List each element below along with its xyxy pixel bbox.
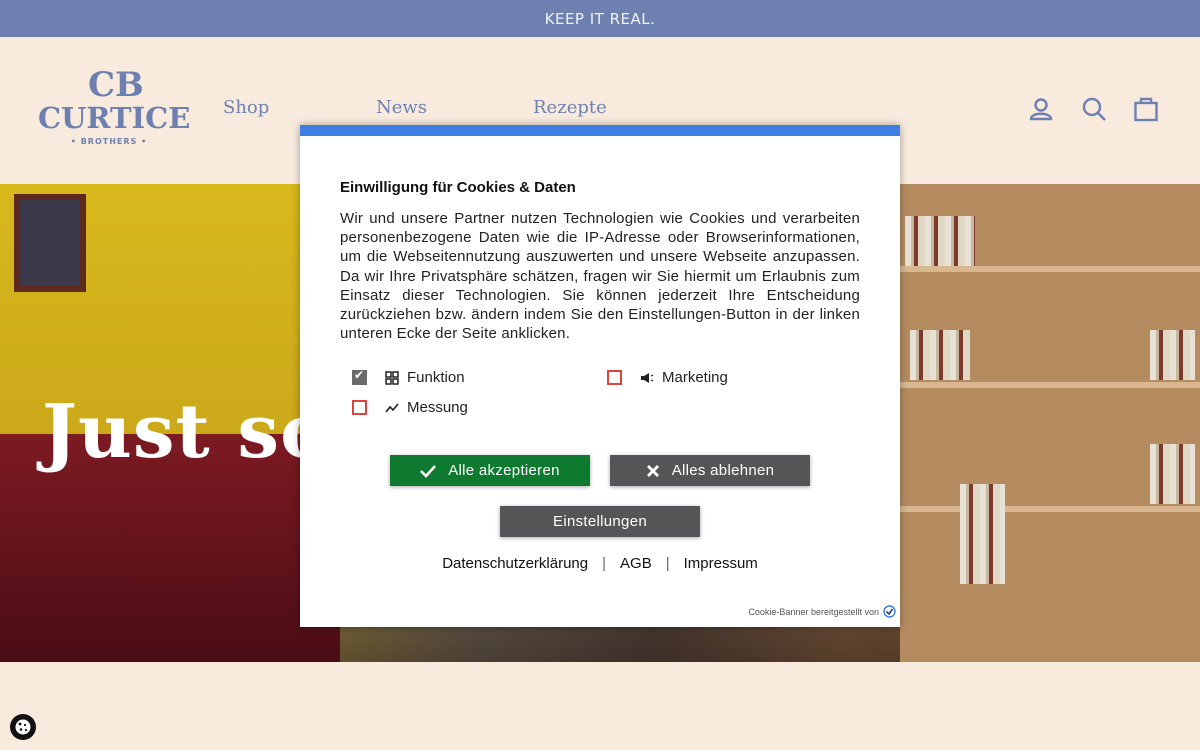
hero-picture-frame [14,194,86,292]
dialog-links: Datenschutzerklärung | AGB | Impressum [300,555,900,572]
books [905,216,975,266]
cookie-consent-dialog: Einwilligung für Cookies & Daten Wir und… [300,125,900,627]
option-marketing[interactable]: Marketing [607,369,728,386]
cart-icon[interactable] [1133,96,1159,122]
cookie-settings-button[interactable] [10,714,36,740]
close-icon [646,464,659,477]
option-messung[interactable]: Messung [352,399,468,416]
settings-button[interactable]: Einstellungen [500,506,700,537]
option-label: Messung [407,399,468,416]
option-label: Funktion [407,369,465,386]
credit-text: Cookie-Banner bereitgestellt von [748,606,879,617]
agb-link[interactable]: AGB [620,555,652,572]
books [960,484,1005,584]
option-label: Marketing [662,369,728,386]
puzzle-icon [385,370,399,385]
checkbox-marketing[interactable] [607,370,622,385]
cookie-icon [15,719,31,735]
link-separator: | [665,555,670,572]
books [910,330,970,380]
account-icon[interactable] [1028,96,1054,122]
option-funktion[interactable]: Funktion [352,368,465,386]
dialog-description: Wir und unsere Partner nutzen Technologi… [340,210,860,343]
provider-credit[interactable]: Cookie-Banner bereitgestellt von [748,605,896,618]
brand-logo[interactable]: CB CURTICE • BROTHERS • [38,65,191,151]
dialog-accent-bar [300,125,900,136]
reject-all-button[interactable]: Alles ablehnen [610,455,810,486]
nav-rezepte[interactable]: Rezepte [533,97,607,118]
announcement-bar: KEEP IT REAL. [0,0,1200,37]
books [1150,330,1195,380]
reject-all-label: Alles ablehnen [671,462,775,479]
chart-icon [385,401,399,415]
privacy-link[interactable]: Datenschutzerklärung [442,555,588,572]
nav-shop[interactable]: Shop [223,97,269,118]
accept-all-label: Alle akzeptieren [448,462,560,479]
accept-all-button[interactable]: Alle akzeptieren [390,455,590,486]
megaphone-icon [640,371,654,385]
hero-title: Just so [42,389,331,475]
check-icon [420,464,437,478]
provider-logo-icon [883,605,896,618]
logo-monogram: CB [88,65,144,105]
dialog-title: Einwilligung für Cookies & Daten [340,179,576,196]
settings-label: Einstellungen [553,513,647,530]
logo-wordmark: CURTICE [38,101,191,135]
shelf-board [900,382,1200,388]
checkbox-funktion[interactable] [352,368,367,385]
impressum-link[interactable]: Impressum [684,555,758,572]
logo-subtitle: • BROTHERS • [70,137,148,146]
search-icon[interactable] [1081,96,1107,122]
nav-news[interactable]: News [376,97,427,118]
shelf-board [900,506,1200,512]
books [1150,444,1195,504]
shelf-board [900,266,1200,272]
announcement-text: KEEP IT REAL. [544,9,656,28]
checkbox-messung[interactable] [352,400,367,415]
link-separator: | [602,555,607,572]
